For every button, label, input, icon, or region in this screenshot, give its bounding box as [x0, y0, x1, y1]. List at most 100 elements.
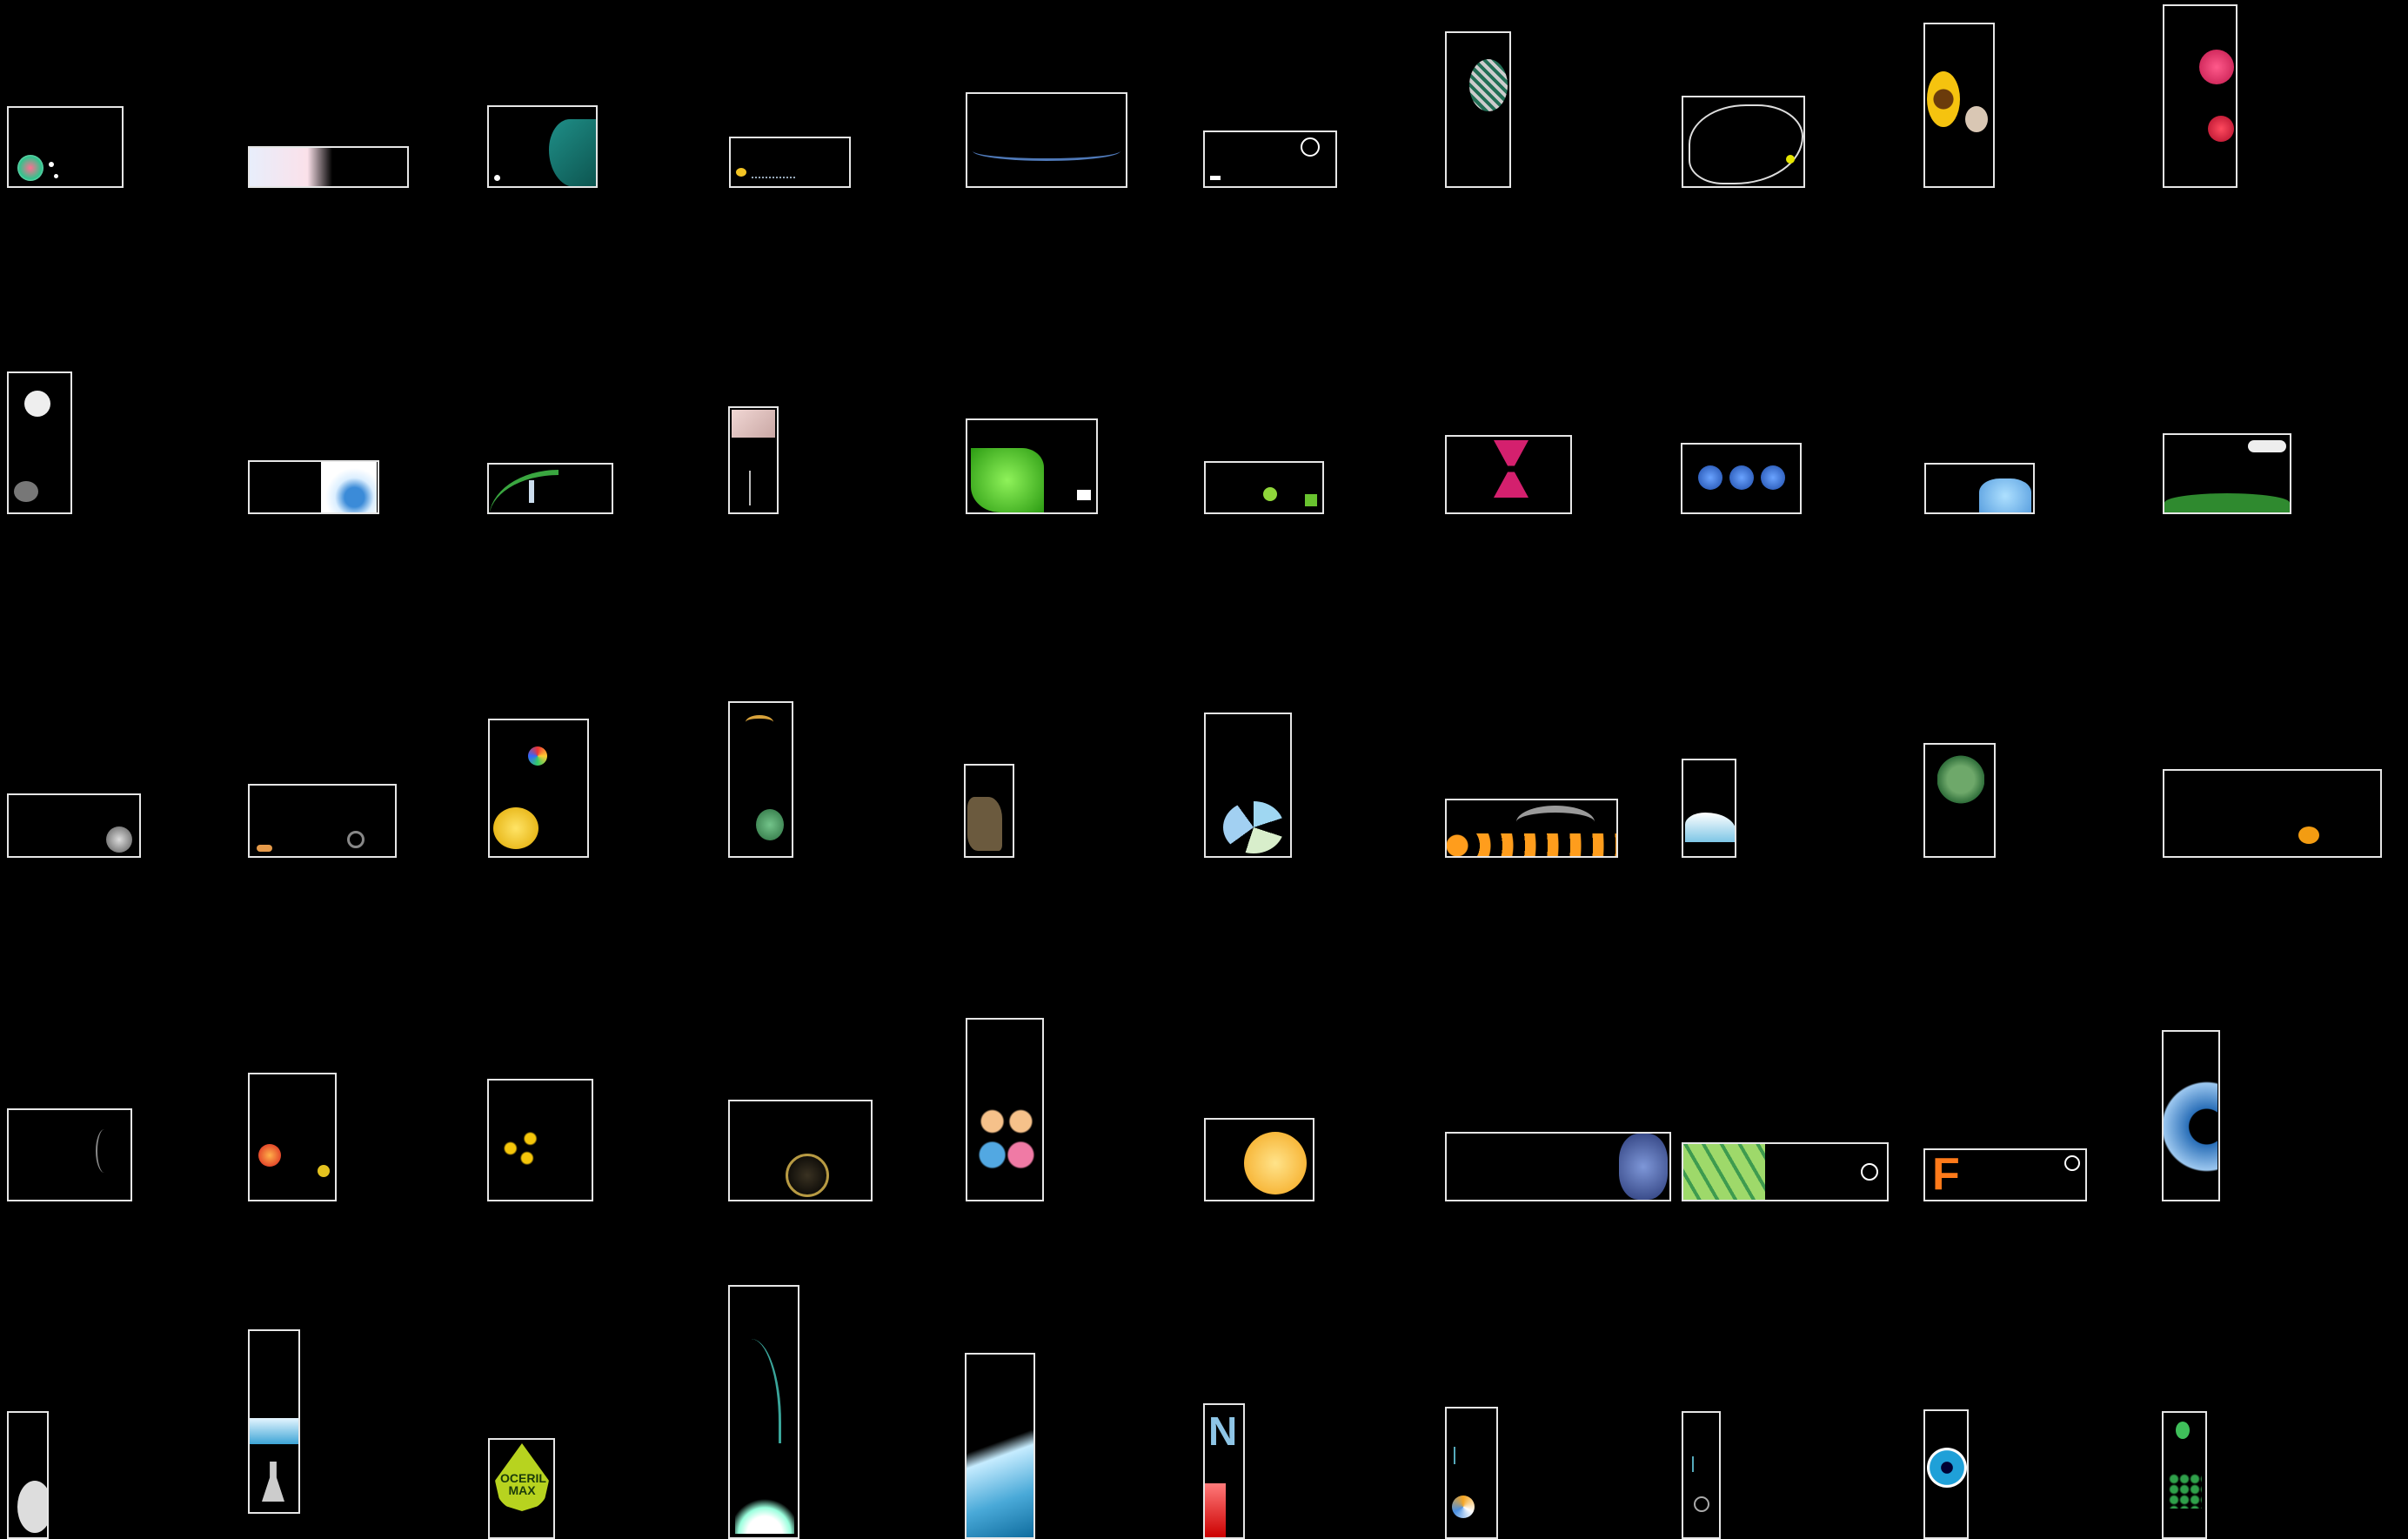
thumbnail[interactable] [2163, 4, 2237, 188]
thumbnail[interactable] [728, 1285, 799, 1539]
thumbnail[interactable] [1923, 743, 1996, 858]
thumbnail[interactable] [964, 764, 1014, 858]
small-mark-icon [1210, 176, 1221, 180]
thumbnail[interactable] [1923, 1409, 1969, 1539]
pinwheel-image [1223, 801, 1284, 853]
curve-line-image [96, 1129, 113, 1173]
thumbnail[interactable] [1203, 130, 1337, 188]
orange-bowl-icon [2298, 826, 2319, 844]
thumbnail[interactable] [2162, 1030, 2220, 1201]
small-circle-icon [1694, 1496, 1709, 1512]
thumbnail[interactable] [729, 137, 851, 188]
flowers-image [749, 471, 768, 505]
blue-rose-image [1619, 1134, 1668, 1200]
thumbnail[interactable] [1682, 96, 1805, 188]
red-ball-image [258, 1144, 281, 1167]
small-line-icon [1454, 1447, 1455, 1464]
thumbnail[interactable] [1204, 1118, 1314, 1201]
lungs-icon [24, 391, 50, 417]
thumbnail[interactable] [1445, 31, 1511, 188]
thumbnail[interactable] [728, 1100, 873, 1201]
thumbnail[interactable] [728, 701, 793, 858]
thumbnail[interactable] [1204, 713, 1292, 858]
thumbnail[interactable]: F [1923, 1148, 2087, 1201]
thumbnail[interactable] [7, 106, 124, 188]
thumbnail[interactable] [7, 793, 141, 858]
sunflower-image [1927, 71, 1960, 127]
face-profile-image [250, 148, 332, 186]
honeycomb-ball-image [1244, 1132, 1307, 1194]
yellow-dot-icon [736, 168, 746, 177]
yellow-accent-icon [1786, 155, 1795, 164]
thumbnail[interactable] [728, 406, 779, 514]
letter-n-icon: N [1208, 1409, 1238, 1454]
ring-icon [347, 831, 365, 848]
teal-shape-image [549, 119, 596, 186]
thumbnail[interactable] [248, 1073, 337, 1201]
thumbnail[interactable] [7, 371, 72, 514]
thumbnail[interactable] [1682, 759, 1736, 858]
thumbnail[interactable] [7, 1108, 132, 1201]
thumbnail[interactable] [1204, 461, 1324, 514]
thumbnail[interactable] [1923, 23, 1995, 188]
thumbnail[interactable] [487, 105, 598, 188]
thumbnail[interactable] [487, 463, 613, 514]
water-drop-image [1979, 478, 2031, 512]
blue-circle-icon [1761, 465, 1785, 490]
blue-wave-image [2164, 1079, 2217, 1174]
color-wheel-icon [528, 746, 547, 766]
thumbnail[interactable] [966, 418, 1098, 514]
clover-image [1937, 755, 1984, 804]
green-bottle-image [971, 448, 1044, 512]
thumbnail[interactable] [1445, 435, 1572, 514]
thumbnail[interactable] [1445, 1407, 1498, 1539]
blue-eye-icon [1927, 1448, 1967, 1488]
thumbnail[interactable] [966, 92, 1127, 188]
thumbnail[interactable] [966, 1018, 1044, 1201]
thumbnail[interactable] [487, 1079, 593, 1201]
cube-icon [1452, 1496, 1475, 1518]
thumbnail[interactable] [2163, 433, 2291, 514]
white-box-icon [1077, 490, 1091, 500]
green-jar-image [756, 809, 784, 840]
sparkle-icon [494, 175, 500, 181]
thumbnail[interactable] [2163, 769, 2382, 858]
hourglass-image [1494, 440, 1528, 498]
lemon-image [493, 807, 538, 849]
thumbnail[interactable] [248, 460, 379, 514]
thumbnail[interactable] [7, 1411, 49, 1539]
oceril-max-logo: OCERIL MAX [495, 1443, 549, 1511]
circle-logo-icon [1301, 137, 1320, 157]
milk-splash-image [1685, 813, 1735, 842]
wave-icon [746, 715, 773, 729]
blue-circle-icon [1729, 465, 1754, 490]
thumbnail[interactable] [1681, 443, 1802, 514]
green-leaf-image [489, 470, 559, 512]
thumbnail[interactable]: N [1203, 1403, 1245, 1539]
ocean-wave-image [967, 1407, 1033, 1537]
flask-image [262, 1462, 284, 1502]
oranges-image [1447, 833, 1616, 856]
bubble-shape [49, 162, 54, 167]
thumbnail[interactable]: OCERIL MAX [488, 1438, 555, 1539]
lime-icon [1263, 487, 1277, 501]
thumbnail[interactable] [488, 719, 589, 858]
thumbnail[interactable] [248, 146, 409, 188]
thumbnail[interactable] [1924, 463, 2035, 514]
rock-image [967, 797, 1002, 851]
green-drop-icon [2176, 1422, 2190, 1439]
thumbnail[interactable] [248, 784, 397, 858]
thumbnail[interactable] [248, 1329, 300, 1514]
water-splash-image [250, 1418, 298, 1444]
thumbnail[interactable] [965, 1353, 1035, 1539]
vitruvian-badge-icon [786, 1154, 829, 1197]
thumbnail[interactable] [1682, 1411, 1721, 1539]
thumbnail[interactable] [1682, 1142, 1889, 1201]
thumbnail[interactable] [1445, 799, 1618, 858]
blue-vines-image [973, 141, 1120, 161]
small-icons-image [14, 481, 38, 502]
thumbnail[interactable] [1445, 1132, 1671, 1201]
white-petals-image [735, 1469, 794, 1534]
thumbnail[interactable] [2162, 1411, 2207, 1539]
leaves-image [2169, 1474, 2202, 1509]
